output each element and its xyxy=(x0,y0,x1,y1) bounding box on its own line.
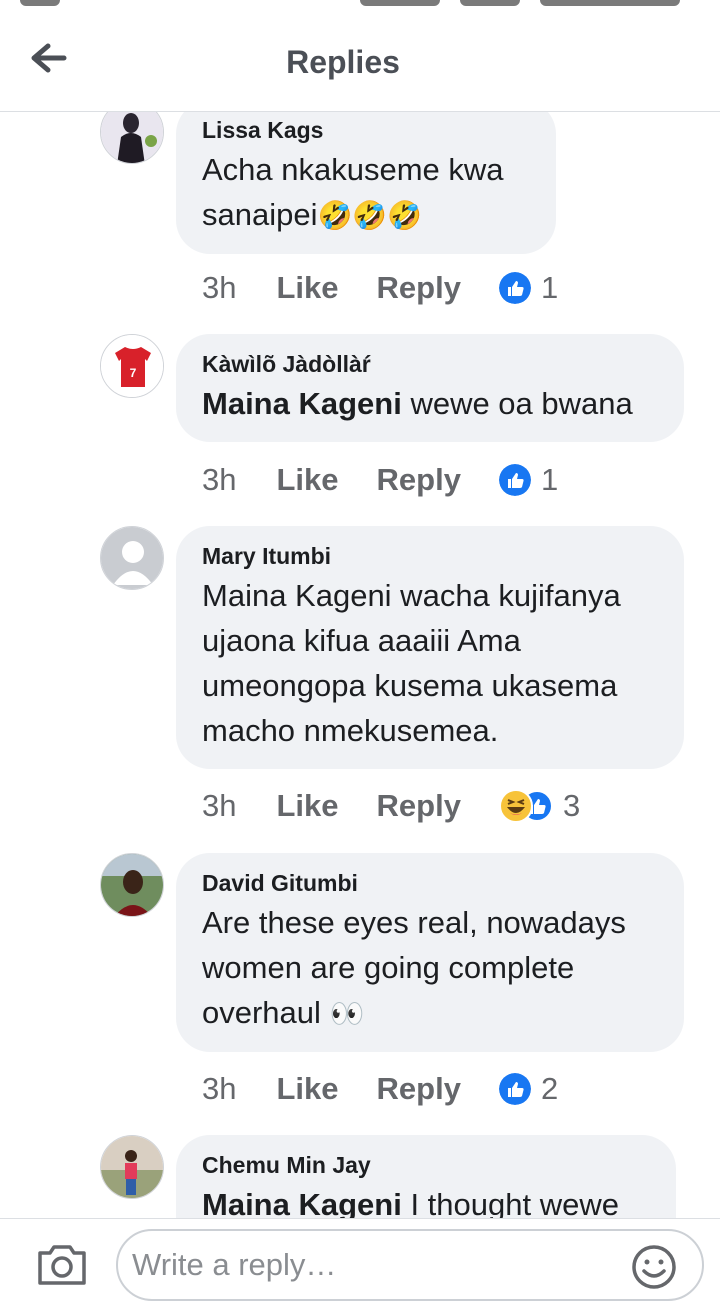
comment-actions: 3h Like Reply 2 xyxy=(202,1069,558,1109)
comment-actions: 3h Like Reply 1 xyxy=(202,268,558,308)
like-button[interactable]: Like xyxy=(276,462,338,498)
avatar[interactable] xyxy=(100,853,164,917)
reply-input[interactable] xyxy=(132,1245,612,1285)
comment-author[interactable]: David Gitumbi xyxy=(202,869,658,897)
comment-time: 3h xyxy=(202,1071,237,1106)
comment-author[interactable]: Mary Itumbi xyxy=(202,542,658,570)
reply-button[interactable]: Reply xyxy=(377,788,461,824)
reply-box[interactable] xyxy=(116,1229,704,1301)
comment-author[interactable]: Kàwìlõ Jàdòllàŕ xyxy=(202,350,658,378)
camera-icon[interactable] xyxy=(36,1241,88,1287)
comment-body: wewe oa bwana xyxy=(401,386,633,421)
reaction-summary[interactable]: 1 xyxy=(498,462,559,498)
comment-body: I thought wewe xyxy=(401,1187,619,1218)
reply-button[interactable]: Reply xyxy=(377,270,461,306)
comment-bubble: Chemu Min Jay Maina Kageni I thought wew… xyxy=(176,1135,676,1218)
comment-text: Maina Kageni wacha kujifanya ujaona kifu… xyxy=(202,573,658,753)
reaction-count: 2 xyxy=(540,1071,559,1106)
emoji-picker-icon[interactable] xyxy=(630,1243,678,1291)
like-button[interactable]: Like xyxy=(276,788,338,824)
reaction-count: 1 xyxy=(540,462,559,497)
comment-text: Maina Kageni wewe oa bwana xyxy=(202,381,658,426)
haha-reaction-icon xyxy=(498,789,533,823)
avatar[interactable]: 7 xyxy=(100,334,164,398)
page-title: Replies xyxy=(286,44,400,80)
avatar[interactable] xyxy=(100,1135,164,1199)
svg-text:7: 7 xyxy=(130,366,137,380)
reaction-summary[interactable]: 3 xyxy=(498,788,581,824)
comment-line: ujaona kifua aaaiii Ama xyxy=(202,623,521,658)
avatar[interactable] xyxy=(100,526,164,590)
comment-line: overhaul 👀 xyxy=(202,990,658,1036)
replies-list: Lissa Kags Acha nkakuseme kwa sanaipei🤣🤣… xyxy=(0,112,720,1218)
reaction-count: 1 xyxy=(540,270,559,305)
comment-text: Acha nkakuseme kwa sanaipei🤣🤣🤣 xyxy=(202,147,532,238)
avatar[interactable] xyxy=(100,112,164,164)
reaction-count: 3 xyxy=(562,788,581,823)
comment-line: Are these eyes real, nowadays xyxy=(202,905,626,940)
reaction-summary[interactable]: 2 xyxy=(498,1071,559,1107)
like-button[interactable]: Like xyxy=(276,1071,338,1107)
comment-author[interactable]: Chemu Min Jay xyxy=(202,1151,650,1179)
laughing-emoji-icon: 🤣🤣🤣 xyxy=(317,200,423,231)
comment-actions: 3h Like Reply 3 xyxy=(202,786,580,826)
reply-composer xyxy=(0,1218,720,1307)
comment-time: 3h xyxy=(202,788,237,823)
top-bar: Replies xyxy=(0,0,720,112)
mention-link[interactable]: Maina Kageni xyxy=(202,1187,402,1218)
reply-button[interactable]: Reply xyxy=(377,462,461,498)
comment-actions: 3h Like Reply 1 xyxy=(202,460,558,500)
comment-line: Maina Kageni wacha kujifanya xyxy=(202,578,621,613)
comment-bubble: David Gitumbi Are these eyes real, nowad… xyxy=(176,853,684,1052)
comment-line: umeongopa kusema ukasema xyxy=(202,668,618,703)
comment-author[interactable]: Lissa Kags xyxy=(202,116,530,144)
eyes-emoji-icon: 👀 xyxy=(329,998,365,1029)
comment-time: 3h xyxy=(202,462,237,497)
comment-body: overhaul xyxy=(202,995,321,1030)
reaction-summary[interactable]: 1 xyxy=(498,270,559,306)
like-button[interactable]: Like xyxy=(276,270,338,306)
comment-time: 3h xyxy=(202,270,237,305)
mention-link[interactable]: Maina Kageni xyxy=(202,386,402,421)
comment-bubble: Mary Itumbi Maina Kageni wacha kujifanya… xyxy=(176,526,684,769)
reply-button[interactable]: Reply xyxy=(377,1071,461,1107)
comment-line: women are going complete xyxy=(202,950,575,985)
status-bar xyxy=(0,0,720,8)
thumbs-up-reaction-icon xyxy=(498,272,531,304)
comment-text: Are these eyes real, nowadays women are … xyxy=(202,900,658,1036)
thumbs-up-reaction-icon xyxy=(498,464,531,496)
comment-text: Maina Kageni I thought wewe xyxy=(202,1182,650,1218)
comment-bubble: Kàwìlõ Jàdòllàŕ Maina Kageni wewe oa bwa… xyxy=(176,334,684,442)
thumbs-up-reaction-icon xyxy=(498,1073,531,1105)
comment-bubble: Lissa Kags Acha nkakuseme kwa sanaipei🤣🤣… xyxy=(176,112,556,254)
comment-line: macho nmekusemea. xyxy=(202,713,499,748)
